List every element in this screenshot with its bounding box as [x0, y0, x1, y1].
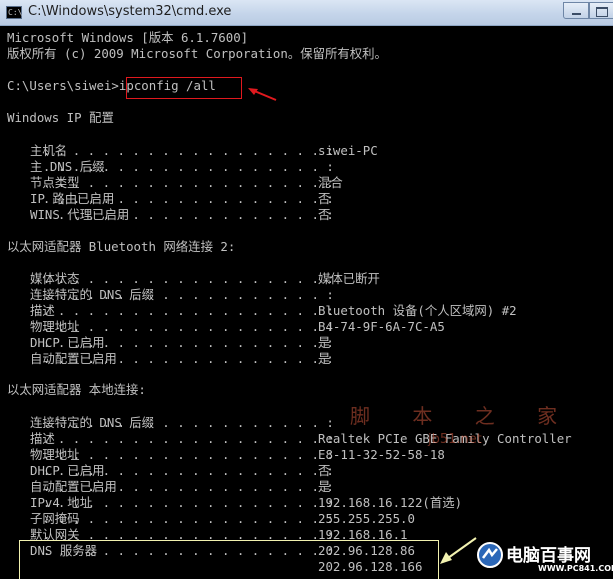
- yellow-arrow-icon: [440, 537, 477, 564]
- value-lan-physical-address: E8-11-32-52-58-18: [318, 447, 445, 462]
- value-wins-proxy: 否: [318, 207, 331, 222]
- value-bt-dhcp: 是: [318, 335, 331, 350]
- brand-logo-icon: [477, 542, 503, 568]
- label-lan-description: 描述: [30, 431, 55, 446]
- label-ip-routing: IP 路由已启用: [30, 191, 115, 206]
- value-host-name: siwei-PC: [318, 143, 378, 158]
- label-node-type: 节点类型: [30, 175, 80, 190]
- label-lan-dhcp: DHCP 已启用: [30, 463, 105, 478]
- brand-name: 电脑百事网: [506, 546, 591, 566]
- value-lan-dhcp: 否: [318, 463, 331, 478]
- label-lan-subnet: 子网掩码: [30, 511, 80, 526]
- value-lan-subnet: 255.255.255.0: [318, 511, 415, 526]
- command-highlight-box: [126, 77, 242, 99]
- cmd-window: C:\ C:\Windows\system32\cmd.exe Microsof…: [0, 0, 613, 579]
- dns-highlight-box: [19, 540, 439, 579]
- label-bt-description: 描述: [30, 303, 55, 318]
- label-lan-conn-dns-suffix: 连接特定的 DNS 后缀: [30, 415, 155, 430]
- watermark-text: 脚 本 之 家: [350, 404, 576, 428]
- prompt-path: C:\Users\siwei>: [7, 78, 119, 93]
- label-bt-conn-dns-suffix: 连接特定的 DNS 后缀: [30, 287, 155, 302]
- label-primary-dns-suffix: 主 DNS 后缀: [30, 159, 105, 174]
- label-wins-proxy: WINS 代理已启用: [30, 207, 130, 222]
- section-header-bluetooth-adapter: 以太网适配器 Bluetooth 网络连接 2:: [7, 239, 236, 254]
- red-arrow-icon: [248, 88, 277, 101]
- value-bt-media-state: 媒体已断开: [318, 271, 380, 286]
- section-header-windows-ip: Windows IP 配置: [7, 110, 114, 125]
- brand-url: WWW.PC841.COM: [538, 564, 613, 573]
- title-bar[interactable]: C:\ C:\Windows\system32\cmd.exe: [0, 0, 613, 26]
- label-lan-autoconfig: 自动配置已启用: [30, 479, 117, 494]
- section-header-lan-adapter: 以太网适配器 本地连接:: [7, 382, 146, 397]
- label-host-name: 主机名: [30, 143, 68, 158]
- console-header-copyright: 版权所有 (c) 2009 Microsoft Corporation。保留所有…: [7, 46, 387, 61]
- value-bt-autoconfig: 是: [318, 351, 331, 366]
- label-lan-physical-address: 物理地址: [30, 447, 80, 462]
- minimize-button[interactable]: [563, 2, 589, 19]
- console-header-version: Microsoft Windows [版本 6.1.7600]: [7, 30, 249, 45]
- watermark-url: jb51.net: [428, 432, 482, 447]
- value-node-type: 混合: [318, 175, 343, 190]
- value-lan-ipv4: 192.168.16.122(首选): [318, 495, 463, 510]
- window-title: C:\Windows\system32\cmd.exe: [28, 4, 232, 19]
- value-ip-routing: 否: [318, 191, 331, 206]
- label-lan-ipv4: IPv4 地址: [30, 495, 93, 510]
- value-lan-autoconfig: 是: [318, 479, 331, 494]
- maximize-button[interactable]: [589, 2, 613, 19]
- label-bt-physical-address: 物理地址: [30, 319, 80, 334]
- value-bt-physical-address: B4-74-9F-6A-7C-A5: [318, 319, 445, 334]
- console-output[interactable]: Microsoft Windows [版本 6.1.7600] 版权所有 (c)…: [0, 26, 613, 579]
- label-bt-media-state: 媒体状态: [30, 271, 80, 286]
- label-bt-autoconfig: 自动配置已启用: [30, 351, 117, 366]
- site-brand: 电脑百事网 WWW.PC841.COM: [476, 539, 613, 579]
- console-app-icon[interactable]: C:\: [6, 6, 22, 19]
- label-bt-dhcp: DHCP 已启用: [30, 335, 105, 350]
- value-bt-description: Bluetooth 设备(个人区域网) #2: [318, 303, 517, 318]
